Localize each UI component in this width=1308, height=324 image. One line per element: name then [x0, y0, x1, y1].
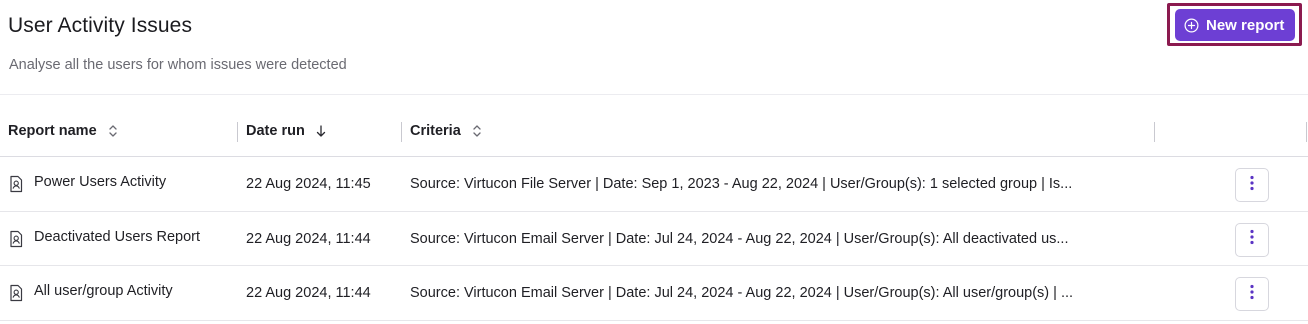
report-document-icon	[8, 284, 24, 302]
criteria-cell: Source: Virtucon File Server | Date: Sep…	[410, 176, 1073, 192]
column-label: Criteria	[410, 123, 461, 139]
date-run-cell: 22 Aug 2024, 11:44	[246, 285, 371, 301]
table-header: Report name Date run Criteria	[0, 105, 1308, 157]
page-header: User Activity Issues Analyse all the use…	[0, 0, 1308, 95]
kebab-menu-icon	[1250, 229, 1254, 250]
kebab-menu-icon	[1250, 284, 1254, 305]
report-document-icon	[8, 230, 24, 248]
page-subtitle: Analyse all the users for whom issues we…	[9, 57, 347, 73]
page-title: User Activity Issues	[8, 14, 193, 37]
report-name[interactable]: All user/group Activity	[34, 283, 173, 299]
row-actions-button[interactable]	[1235, 277, 1269, 311]
column-header-criteria[interactable]: Criteria	[410, 105, 483, 157]
column-divider[interactable]	[1154, 122, 1155, 142]
table-row[interactable]: Deactivated Users Report 22 Aug 2024, 11…	[0, 212, 1308, 266]
date-run-cell: 22 Aug 2024, 11:44	[246, 230, 371, 247]
row-actions-button[interactable]	[1235, 168, 1269, 202]
reports-table: Report name Date run Criteria Power User…	[0, 105, 1308, 321]
column-divider[interactable]	[1306, 122, 1307, 142]
report-name[interactable]: Power Users Activity	[34, 174, 166, 190]
new-report-label: New report	[1206, 16, 1285, 34]
criteria-cell: Source: Virtucon Email Server | Date: Ju…	[410, 230, 1069, 247]
report-name-cell[interactable]: Deactivated Users Report	[8, 212, 200, 266]
date-run-cell: 22 Aug 2024, 11:45	[246, 176, 371, 192]
column-header-date-run[interactable]: Date run	[246, 105, 327, 157]
column-label: Date run	[246, 123, 305, 139]
report-name-cell[interactable]: Power Users Activity	[8, 157, 166, 211]
table-row[interactable]: All user/group Activity 22 Aug 2024, 11:…	[0, 266, 1308, 321]
row-actions-button[interactable]	[1235, 222, 1269, 257]
report-name-cell[interactable]: All user/group Activity	[8, 266, 173, 320]
arrow-down-icon[interactable]	[315, 124, 327, 138]
new-report-button[interactable]: New report	[1175, 9, 1295, 41]
column-divider[interactable]	[401, 122, 402, 142]
sort-updown-icon[interactable]	[107, 124, 119, 138]
kebab-menu-icon	[1250, 175, 1254, 196]
plus-circle-icon	[1184, 18, 1199, 33]
column-label: Report name	[8, 123, 97, 139]
column-divider[interactable]	[237, 122, 238, 142]
column-header-report-name[interactable]: Report name	[8, 105, 119, 157]
report-document-icon	[8, 175, 24, 193]
report-name[interactable]: Deactivated Users Report	[34, 229, 200, 245]
criteria-cell: Source: Virtucon Email Server | Date: Ju…	[410, 285, 1074, 301]
table-row[interactable]: Power Users Activity 22 Aug 2024, 11:45 …	[0, 157, 1308, 212]
sort-updown-icon[interactable]	[471, 124, 483, 138]
